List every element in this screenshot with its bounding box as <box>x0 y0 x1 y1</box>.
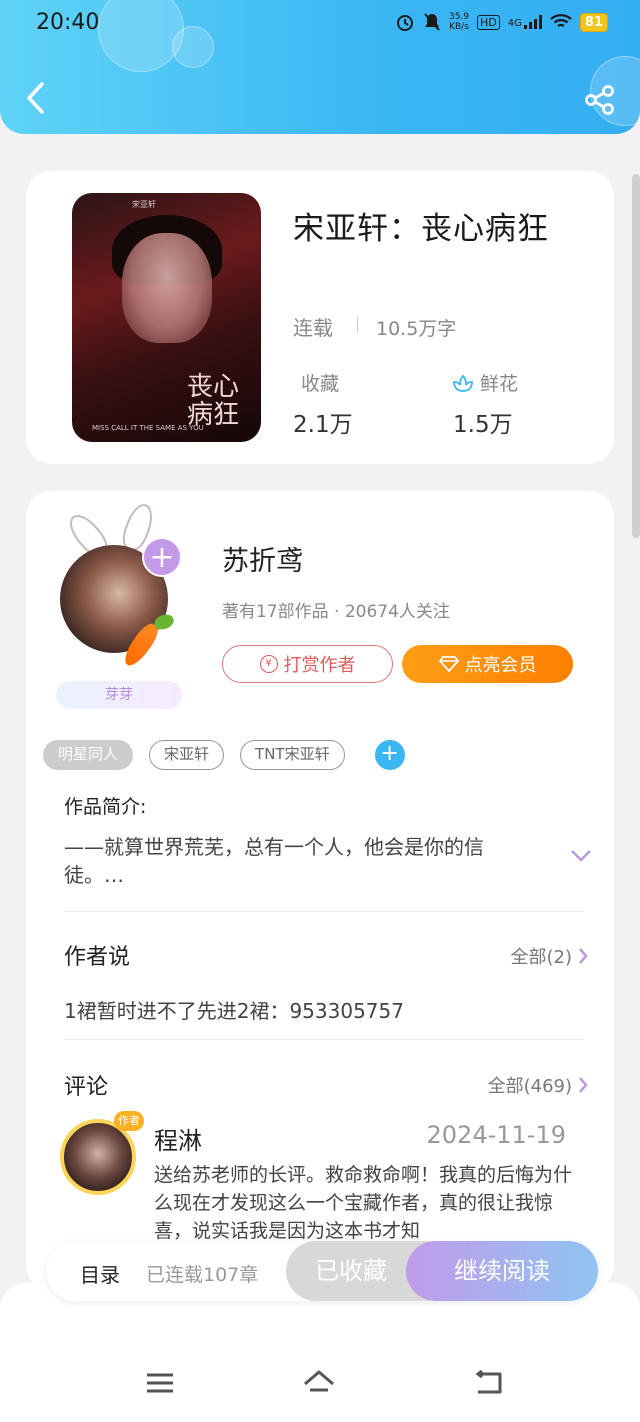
decor-bubble <box>172 26 214 68</box>
cover-subtitle: MISS CALL IT THE SAME AS YOU <box>92 424 204 432</box>
continue-reading-button[interactable]: 继续阅读 <box>406 1241 598 1301</box>
book-cover[interactable]: 宋亚轩 丧心病狂 MISS CALL IT THE SAME AS YOU <box>72 193 261 442</box>
battery-indicator: 81 <box>579 12 608 32</box>
hd-icon: HD <box>477 14 500 30</box>
book-title: 宋亚轩：丧心病狂 <box>293 211 549 247</box>
book-info-card: 宋亚轩 丧心病狂 MISS CALL IT THE SAME AS YOU 宋亚… <box>26 171 614 464</box>
toc-button[interactable]: 目录 <box>80 1259 120 1288</box>
divider <box>64 1039 584 1040</box>
status-icons: 35.9 KB/s HD 4G 81 <box>395 12 608 32</box>
intro-text: ——就算世界荒芜，总有一个人，他会是你的信徒。… <box>64 835 484 887</box>
tag-item[interactable]: 宋亚轩 <box>149 740 225 770</box>
intro-title: 作品简介: <box>64 796 147 818</box>
author-name[interactable]: 苏折鸢 <box>222 539 303 578</box>
comment-text[interactable]: 送给苏老师的长评。救命救命啊！我真的后悔为什么现在才发现这么一个宝藏作者，真的很… <box>154 1161 574 1245</box>
divider <box>357 317 358 333</box>
mute-icon <box>424 13 440 31</box>
tag-list: 明星同人 宋亚轩 TNT宋亚轩 + <box>43 740 405 770</box>
signal-icon: 4G <box>508 15 542 29</box>
divider <box>64 911 584 912</box>
author-badge: 作者 <box>114 1111 144 1131</box>
alarm-icon <box>396 15 413 31</box>
favorites-label: 收藏 <box>301 373 340 395</box>
share-icon[interactable] <box>584 84 616 116</box>
cover-title: 丧心病狂 <box>187 372 240 430</box>
back-icon[interactable] <box>22 80 52 116</box>
author-level-badge: 芽芽 <box>56 681 182 709</box>
tag-item[interactable]: TNT宋亚轩 <box>240 740 345 770</box>
diamond-icon <box>438 656 459 672</box>
cover-figure-face <box>122 233 212 343</box>
author-says-text: 1裙暂时进不了先进2裙：953305757 <box>64 999 404 1023</box>
network-speed: 35.9 KB/s <box>448 12 470 32</box>
follow-plus-icon[interactable]: + <box>142 537 182 577</box>
status-time: 20:40 <box>36 10 100 35</box>
add-tag-icon[interactable]: + <box>374 740 405 770</box>
decor-bubble <box>98 0 184 72</box>
wifi-icon <box>550 14 572 27</box>
comment-date: 2024-11-19 <box>426 1121 566 1149</box>
word-count: 10.5万字 <box>376 318 457 340</box>
vip-button[interactable]: 点亮会员 <box>402 645 573 683</box>
cover-top-text: 宋亚轩 <box>132 200 156 209</box>
scrollbar[interactable] <box>632 174 640 538</box>
comments-more-link[interactable]: 全部(469) <box>488 1072 588 1098</box>
flowers-value: 1.5万 <box>453 412 513 438</box>
chapter-count: 已连载107章 <box>146 1264 259 1286</box>
bottom-action-bar: 目录 已连载107章 已收藏 继续阅读 <box>46 1241 598 1301</box>
back-nav-icon[interactable] <box>472 1368 506 1398</box>
author-says-title: 作者说 <box>64 945 131 970</box>
tip-author-button[interactable]: ¥ 打赏作者 <box>222 645 393 683</box>
chevron-right-icon <box>579 948 588 964</box>
author-meta: 著有17部作品 · 20674人关注 <box>222 602 450 622</box>
menu-icon[interactable] <box>143 1368 177 1398</box>
chevron-down-icon[interactable] <box>570 849 592 863</box>
comments-title: 评论 <box>64 1075 109 1100</box>
author-avatar-group[interactable]: + 芽芽 <box>56 500 196 709</box>
chevron-right-icon <box>579 1077 588 1093</box>
home-icon[interactable] <box>302 1368 336 1398</box>
flower-icon <box>453 374 473 392</box>
app-header: 20:40 35.9 KB/s HD 4G 81 <box>0 0 640 134</box>
coin-icon: ¥ <box>259 655 278 673</box>
book-detail-card: + 芽芽 苏折鸢 著有17部作品 · 20674人关注 ¥ 打赏作者 点亮会员 … <box>26 491 614 1291</box>
commenter-name[interactable]: 程淋 <box>154 1121 202 1156</box>
system-nav-bar <box>0 1350 640 1420</box>
author-says-more-link[interactable]: 全部(2) <box>511 943 589 969</box>
book-status: 连载 <box>293 316 333 340</box>
favorites-value: 2.1万 <box>293 412 353 438</box>
flowers-label[interactable]: 鲜花 <box>452 369 518 396</box>
tag-item[interactable]: 明星同人 <box>43 740 134 770</box>
